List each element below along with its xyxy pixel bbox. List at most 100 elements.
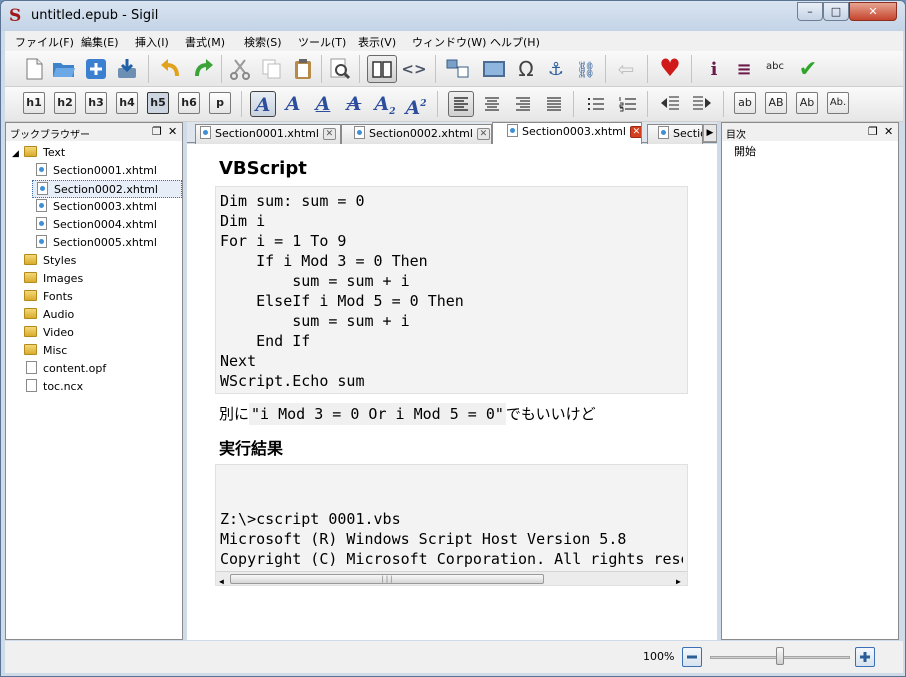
lowercase-button[interactable]: ab — [734, 92, 756, 114]
title-bar: S untitled.epub - Sigil – □ ✕ — [1, 1, 905, 31]
menu-edit[interactable]: 編集(E) — [81, 34, 119, 50]
tab-section0002[interactable]: Section0002.xhtml ✕ — [341, 124, 492, 144]
copy-icon[interactable] — [259, 56, 285, 82]
titlecase-button[interactable]: Ab — [796, 92, 818, 114]
heading-h3-button[interactable]: h3 — [85, 92, 107, 114]
back-arrow-icon[interactable]: ⇦ — [613, 56, 639, 82]
heading-h1-button[interactable]: h1 — [23, 92, 45, 114]
minimize-button[interactable]: – — [797, 2, 823, 21]
tree-file-section0001[interactable]: Section0001.xhtml — [36, 162, 157, 180]
menu-view[interactable]: 表示(V) — [358, 34, 396, 50]
tree-file-section0005[interactable]: Section0005.xhtml — [36, 234, 157, 252]
menu-search[interactable]: 検索(S) — [244, 34, 282, 50]
tab-close-icon[interactable]: ✕ — [476, 128, 490, 140]
menu-window[interactable]: ウィンドウ(W) — [412, 34, 486, 50]
align-left-icon[interactable] — [448, 91, 474, 117]
tree-folder-audio[interactable]: Audio — [24, 306, 74, 324]
find-replace-icon[interactable] — [327, 56, 353, 82]
redo-icon[interactable] — [191, 56, 217, 82]
italic-icon[interactable]: A — [280, 91, 306, 117]
align-center-icon[interactable] — [479, 91, 505, 117]
heading-h6-button[interactable]: h6 — [178, 92, 200, 114]
insert-special-char-icon[interactable]: Ω — [513, 56, 539, 82]
tree-folder-fonts[interactable]: Fonts — [24, 288, 73, 306]
code-view-icon[interactable]: <> — [401, 56, 427, 82]
tree-file-toc-ncx[interactable]: toc.ncx — [26, 378, 83, 396]
underline-icon[interactable]: A — [310, 91, 336, 117]
tab-close-icon[interactable]: ✕ — [322, 128, 336, 140]
menu-insert[interactable]: 挿入(I) — [135, 34, 169, 50]
tab-scroll-right-icon[interactable]: ▶ — [703, 124, 717, 142]
link-icon[interactable]: ⛓ — [573, 56, 599, 82]
bullet-list-icon[interactable] — [583, 91, 609, 117]
uppercase-button[interactable]: AB — [765, 92, 787, 114]
tree-folder-video[interactable]: Video — [24, 324, 74, 342]
zoom-slider[interactable] — [710, 647, 850, 667]
tab-close-icon[interactable]: ✕ — [629, 126, 641, 138]
subscript-icon[interactable]: A2 — [372, 91, 398, 117]
insert-image-icon[interactable] — [481, 56, 507, 82]
bold-icon[interactable]: A — [250, 91, 276, 117]
heading-h2-button[interactable]: h2 — [54, 92, 76, 114]
tab-section0003[interactable]: Section0003.xhtml ✕ — [492, 122, 642, 144]
tree-file-section0004[interactable]: Section0004.xhtml — [36, 216, 157, 234]
float-panel-icon[interactable]: ❐ — [868, 125, 878, 138]
close-panel-icon[interactable]: ✕ — [884, 125, 893, 138]
tree-file-section0002[interactable]: Section0002.xhtml — [32, 180, 182, 198]
subscript-letter: A — [374, 93, 390, 115]
open-folder-icon[interactable] — [51, 56, 77, 82]
tree-file-content-opf[interactable]: content.opf — [26, 360, 106, 378]
new-file-icon[interactable] — [21, 56, 47, 82]
tree-file-section0003[interactable]: Section0003.xhtml — [36, 198, 157, 216]
save-icon[interactable] — [114, 56, 140, 82]
tree-expand-icon[interactable]: ◢ — [12, 145, 24, 163]
scrollbar-thumb[interactable]: ||| — [230, 574, 544, 584]
zoom-slider-thumb[interactable] — [776, 647, 784, 665]
tree-item-label: Section0004.xhtml — [53, 218, 157, 231]
output-horizontal-scrollbar[interactable]: ◀ ||| ▶ — [216, 571, 687, 585]
menu-help[interactable]: ヘルプ(H) — [490, 34, 540, 50]
book-view-editor[interactable]: VBScript Dim sum: sum = 0 Dim i For i = … — [187, 144, 717, 640]
scroll-left-icon[interactable]: ◀ — [219, 572, 224, 585]
align-right-icon[interactable] — [510, 91, 536, 117]
tree-folder-styles[interactable]: Styles — [24, 252, 76, 270]
add-file-icon[interactable] — [83, 56, 109, 82]
spellcheck-icon[interactable]: abc — [762, 54, 788, 80]
zoom-out-button[interactable] — [682, 647, 702, 667]
paragraph-button[interactable]: p — [209, 92, 231, 114]
validate-check-icon[interactable]: ✔ — [795, 56, 821, 82]
paste-icon[interactable] — [290, 56, 316, 82]
numbered-list-icon[interactable] — [615, 91, 641, 117]
maximize-button[interactable]: □ — [823, 2, 849, 21]
metadata-icon[interactable]: i — [701, 56, 727, 82]
justify-icon[interactable] — [541, 91, 567, 117]
zoom-in-button[interactable] — [855, 647, 875, 667]
heading-h4-button[interactable]: h4 — [116, 92, 138, 114]
close-panel-icon[interactable]: ✕ — [168, 125, 177, 138]
sentencecase-button[interactable]: Ab. — [827, 92, 849, 114]
toc-icon[interactable]: ≡ — [731, 56, 757, 82]
tree-folder-text[interactable]: ◢ Text — [12, 144, 65, 162]
tab-section0004[interactable]: Section0004.xhtml — [647, 124, 703, 144]
close-button[interactable]: ✕ — [849, 2, 897, 21]
scroll-right-icon[interactable]: ▶ — [676, 572, 681, 585]
decrease-indent-icon[interactable] — [657, 91, 683, 117]
cut-icon[interactable] — [227, 56, 253, 82]
strikethrough-icon[interactable]: A — [341, 91, 367, 117]
toc-item[interactable]: 開始 — [734, 143, 756, 161]
float-panel-icon[interactable]: ❐ — [152, 125, 162, 138]
book-view-icon[interactable] — [367, 55, 397, 83]
split-icon[interactable] — [445, 56, 471, 82]
menu-tools[interactable]: ツール(T) — [298, 34, 346, 50]
tree-folder-misc[interactable]: Misc — [24, 342, 67, 360]
undo-icon[interactable] — [157, 56, 183, 82]
increase-indent-icon[interactable] — [689, 91, 715, 117]
menu-format[interactable]: 書式(M) — [185, 34, 225, 50]
tab-section0001[interactable]: Section0001.xhtml ✕ — [195, 124, 341, 144]
heart-icon[interactable]: ♥ — [657, 54, 683, 82]
heading-h5-button[interactable]: h5 — [147, 92, 169, 114]
anchor-icon[interactable]: ⚓ — [543, 56, 569, 82]
tree-folder-images[interactable]: Images — [24, 270, 83, 288]
superscript-icon[interactable]: A2 — [403, 91, 429, 119]
menu-file[interactable]: ファイル(F) — [15, 34, 74, 50]
